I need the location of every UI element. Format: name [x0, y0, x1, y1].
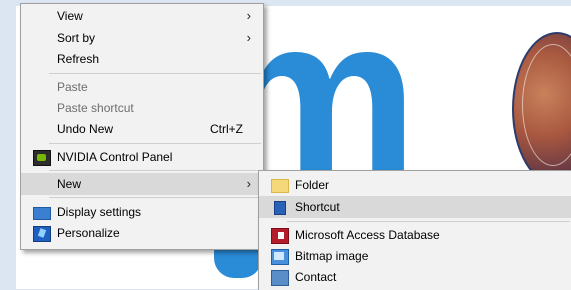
menu-item-label: Paste shortcut	[57, 101, 134, 115]
submenu-item-bitmap-image[interactable]: Bitmap image	[259, 245, 571, 267]
menu-item-label: NVIDIA Control Panel	[57, 150, 173, 164]
folder-icon	[271, 179, 289, 193]
submenu-item-folder[interactable]: Folder	[259, 174, 571, 196]
menu-item-display-settings[interactable]: Display settings	[21, 201, 263, 223]
menu-item-paste[interactable]: Paste	[21, 76, 263, 98]
chevron-right-icon: ›	[246, 176, 251, 191]
menu-separator	[49, 170, 261, 171]
menu-item-paste-shortcut[interactable]: Paste shortcut	[21, 97, 263, 119]
keyboard-shortcut: Ctrl+Z	[210, 122, 243, 136]
desktop-context-menu: View › Sort by › Refresh Paste Paste sho…	[20, 3, 264, 250]
menu-item-label: Folder	[295, 178, 330, 192]
menu-item-personalize[interactable]: Personalize	[21, 222, 263, 244]
menu-item-undo-new[interactable]: Undo New Ctrl+Z	[21, 118, 263, 140]
menu-separator	[49, 197, 261, 198]
submenu-item-contact[interactable]: Contact	[259, 266, 571, 288]
menu-item-sort-by[interactable]: Sort by ›	[21, 27, 263, 49]
menu-separator	[49, 143, 261, 144]
menu-item-label: Bitmap image	[295, 249, 369, 263]
menu-item-refresh[interactable]: Refresh	[21, 48, 263, 70]
submenu-item-shortcut[interactable]: Shortcut	[259, 196, 571, 218]
chevron-right-icon: ›	[246, 30, 251, 45]
menu-item-view[interactable]: View ›	[21, 5, 263, 27]
menu-item-label: Personalize	[57, 226, 120, 240]
menu-item-label: Sort by	[57, 31, 96, 45]
chevron-right-icon: ›	[246, 8, 251, 23]
menu-item-label: Refresh	[57, 52, 100, 66]
menu-item-label: Display settings	[57, 205, 142, 219]
display-settings-icon	[33, 207, 51, 220]
menu-item-label: New	[57, 177, 82, 191]
nvidia-icon	[33, 150, 51, 166]
menu-item-label: View	[57, 9, 83, 23]
menu-item-label: Paste	[57, 80, 88, 94]
bitmap-image-icon	[271, 249, 289, 265]
menu-item-label: Shortcut	[295, 200, 340, 214]
menu-item-label: Contact	[295, 270, 337, 284]
menu-item-label: Undo New	[57, 122, 114, 136]
submenu-item-access-database[interactable]: Microsoft Access Database	[259, 224, 571, 246]
menu-separator	[49, 73, 261, 74]
access-database-icon	[271, 228, 289, 244]
contact-icon	[271, 270, 289, 286]
new-submenu: Folder Shortcut Microsoft Access Databas…	[258, 170, 571, 290]
menu-item-new[interactable]: New ›	[21, 173, 263, 195]
personalize-icon	[33, 226, 51, 242]
shortcut-icon	[274, 201, 286, 215]
menu-item-label: Microsoft Access Database	[295, 228, 440, 242]
menu-item-nvidia-control-panel[interactable]: NVIDIA Control Panel	[21, 146, 263, 168]
menu-separator	[287, 221, 570, 222]
